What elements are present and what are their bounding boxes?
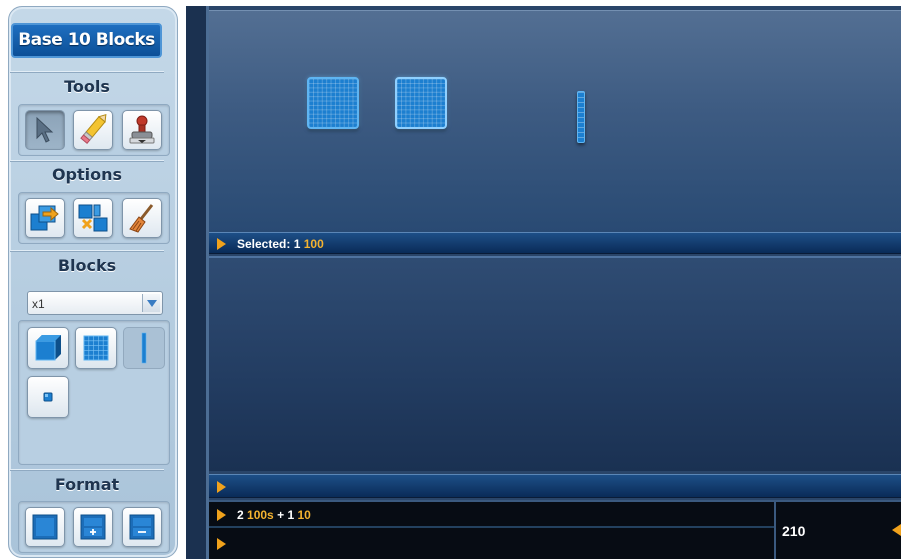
hundred-flat-icon xyxy=(83,335,109,361)
total-value: 210 xyxy=(782,523,806,539)
break-apart-option-button[interactable] xyxy=(73,198,113,238)
thousand-cube-icon xyxy=(35,335,61,361)
subtract-pane-icon xyxy=(129,514,155,540)
eraser-tool-button[interactable] xyxy=(73,110,113,150)
equation-row: 2 100s + 1 10 xyxy=(209,502,774,528)
add-pane-icon xyxy=(80,514,106,540)
ten-rod-button[interactable] xyxy=(123,327,165,369)
play-arrow-icon[interactable] xyxy=(217,238,226,250)
one-unit-icon xyxy=(43,392,53,402)
left-arrow-icon[interactable] xyxy=(892,524,901,536)
clear-option-button[interactable] xyxy=(122,198,162,238)
regroup-arrow-icon xyxy=(30,205,59,231)
tools-title: Tools xyxy=(64,77,110,96)
hundred-block[interactable] xyxy=(307,77,359,129)
bottom-region-bar xyxy=(209,474,901,498)
play-arrow-icon[interactable] xyxy=(217,538,226,550)
equation-count-b: 1 xyxy=(287,508,295,522)
selected-summary: Selected: 1 100 xyxy=(237,237,324,251)
selected-bar: Selected: 1 100 xyxy=(209,232,901,254)
equation-unit-b: 10 xyxy=(297,508,311,522)
workspace: Selected: 1 100 2 100s + 1 10 210 xyxy=(186,6,901,559)
stamp-tool-button[interactable] xyxy=(122,110,162,150)
one-unit-button[interactable] xyxy=(27,376,69,418)
tools-panel xyxy=(18,104,170,156)
selected-count: 1 xyxy=(293,237,301,251)
equation-unit-a: 100s xyxy=(247,508,274,522)
eraser-pencil-icon xyxy=(80,114,107,145)
options-title: Options xyxy=(51,165,123,184)
hundred-flat-button[interactable] xyxy=(75,327,117,369)
hundred-block-selected[interactable] xyxy=(395,77,447,129)
broom-icon xyxy=(129,204,154,233)
single-pane-icon xyxy=(32,514,58,540)
format-subtract-button[interactable] xyxy=(122,507,162,547)
divider xyxy=(10,71,164,73)
divider xyxy=(10,469,164,471)
work-area-top[interactable] xyxy=(209,10,901,232)
format-title: Format xyxy=(54,475,120,494)
divider xyxy=(10,250,164,252)
play-arrow-icon[interactable] xyxy=(217,509,226,521)
format-single-button[interactable] xyxy=(25,507,65,547)
chevron-down-icon[interactable] xyxy=(142,294,160,312)
ten-rod-icon xyxy=(141,332,147,364)
block-multiplier-value: x1 xyxy=(32,297,45,311)
block-multiplier-select[interactable]: x1 xyxy=(27,291,163,315)
equation-count-a: 2 xyxy=(237,508,244,522)
select-tool-button[interactable] xyxy=(25,110,65,150)
stamp-icon xyxy=(129,115,155,144)
thousand-cube-button[interactable] xyxy=(27,327,69,369)
app-title: Base 10 Blocks xyxy=(11,23,162,58)
blocks-title: Blocks xyxy=(57,256,117,275)
regroup-option-button[interactable] xyxy=(25,198,65,238)
break-apart-icon xyxy=(78,204,108,232)
ten-rod-block[interactable] xyxy=(577,91,585,143)
equation-text: 2 100s + 1 10 xyxy=(237,508,311,522)
options-panel xyxy=(18,192,170,244)
arrow-pointer-icon xyxy=(36,116,54,143)
equation-row-secondary xyxy=(209,530,774,559)
work-area-bottom[interactable] xyxy=(209,256,901,471)
format-add-button[interactable] xyxy=(73,507,113,547)
format-panel xyxy=(18,501,170,553)
equation-plus: + xyxy=(277,508,285,522)
play-arrow-icon[interactable] xyxy=(217,481,226,493)
divider xyxy=(10,160,164,162)
equation-bar: 2 100s + 1 10 210 xyxy=(209,500,901,559)
total-box: 210 xyxy=(774,502,901,559)
selected-value: 100 xyxy=(303,237,324,251)
selected-label: Selected: xyxy=(237,237,291,251)
blocks-panel xyxy=(18,320,170,465)
